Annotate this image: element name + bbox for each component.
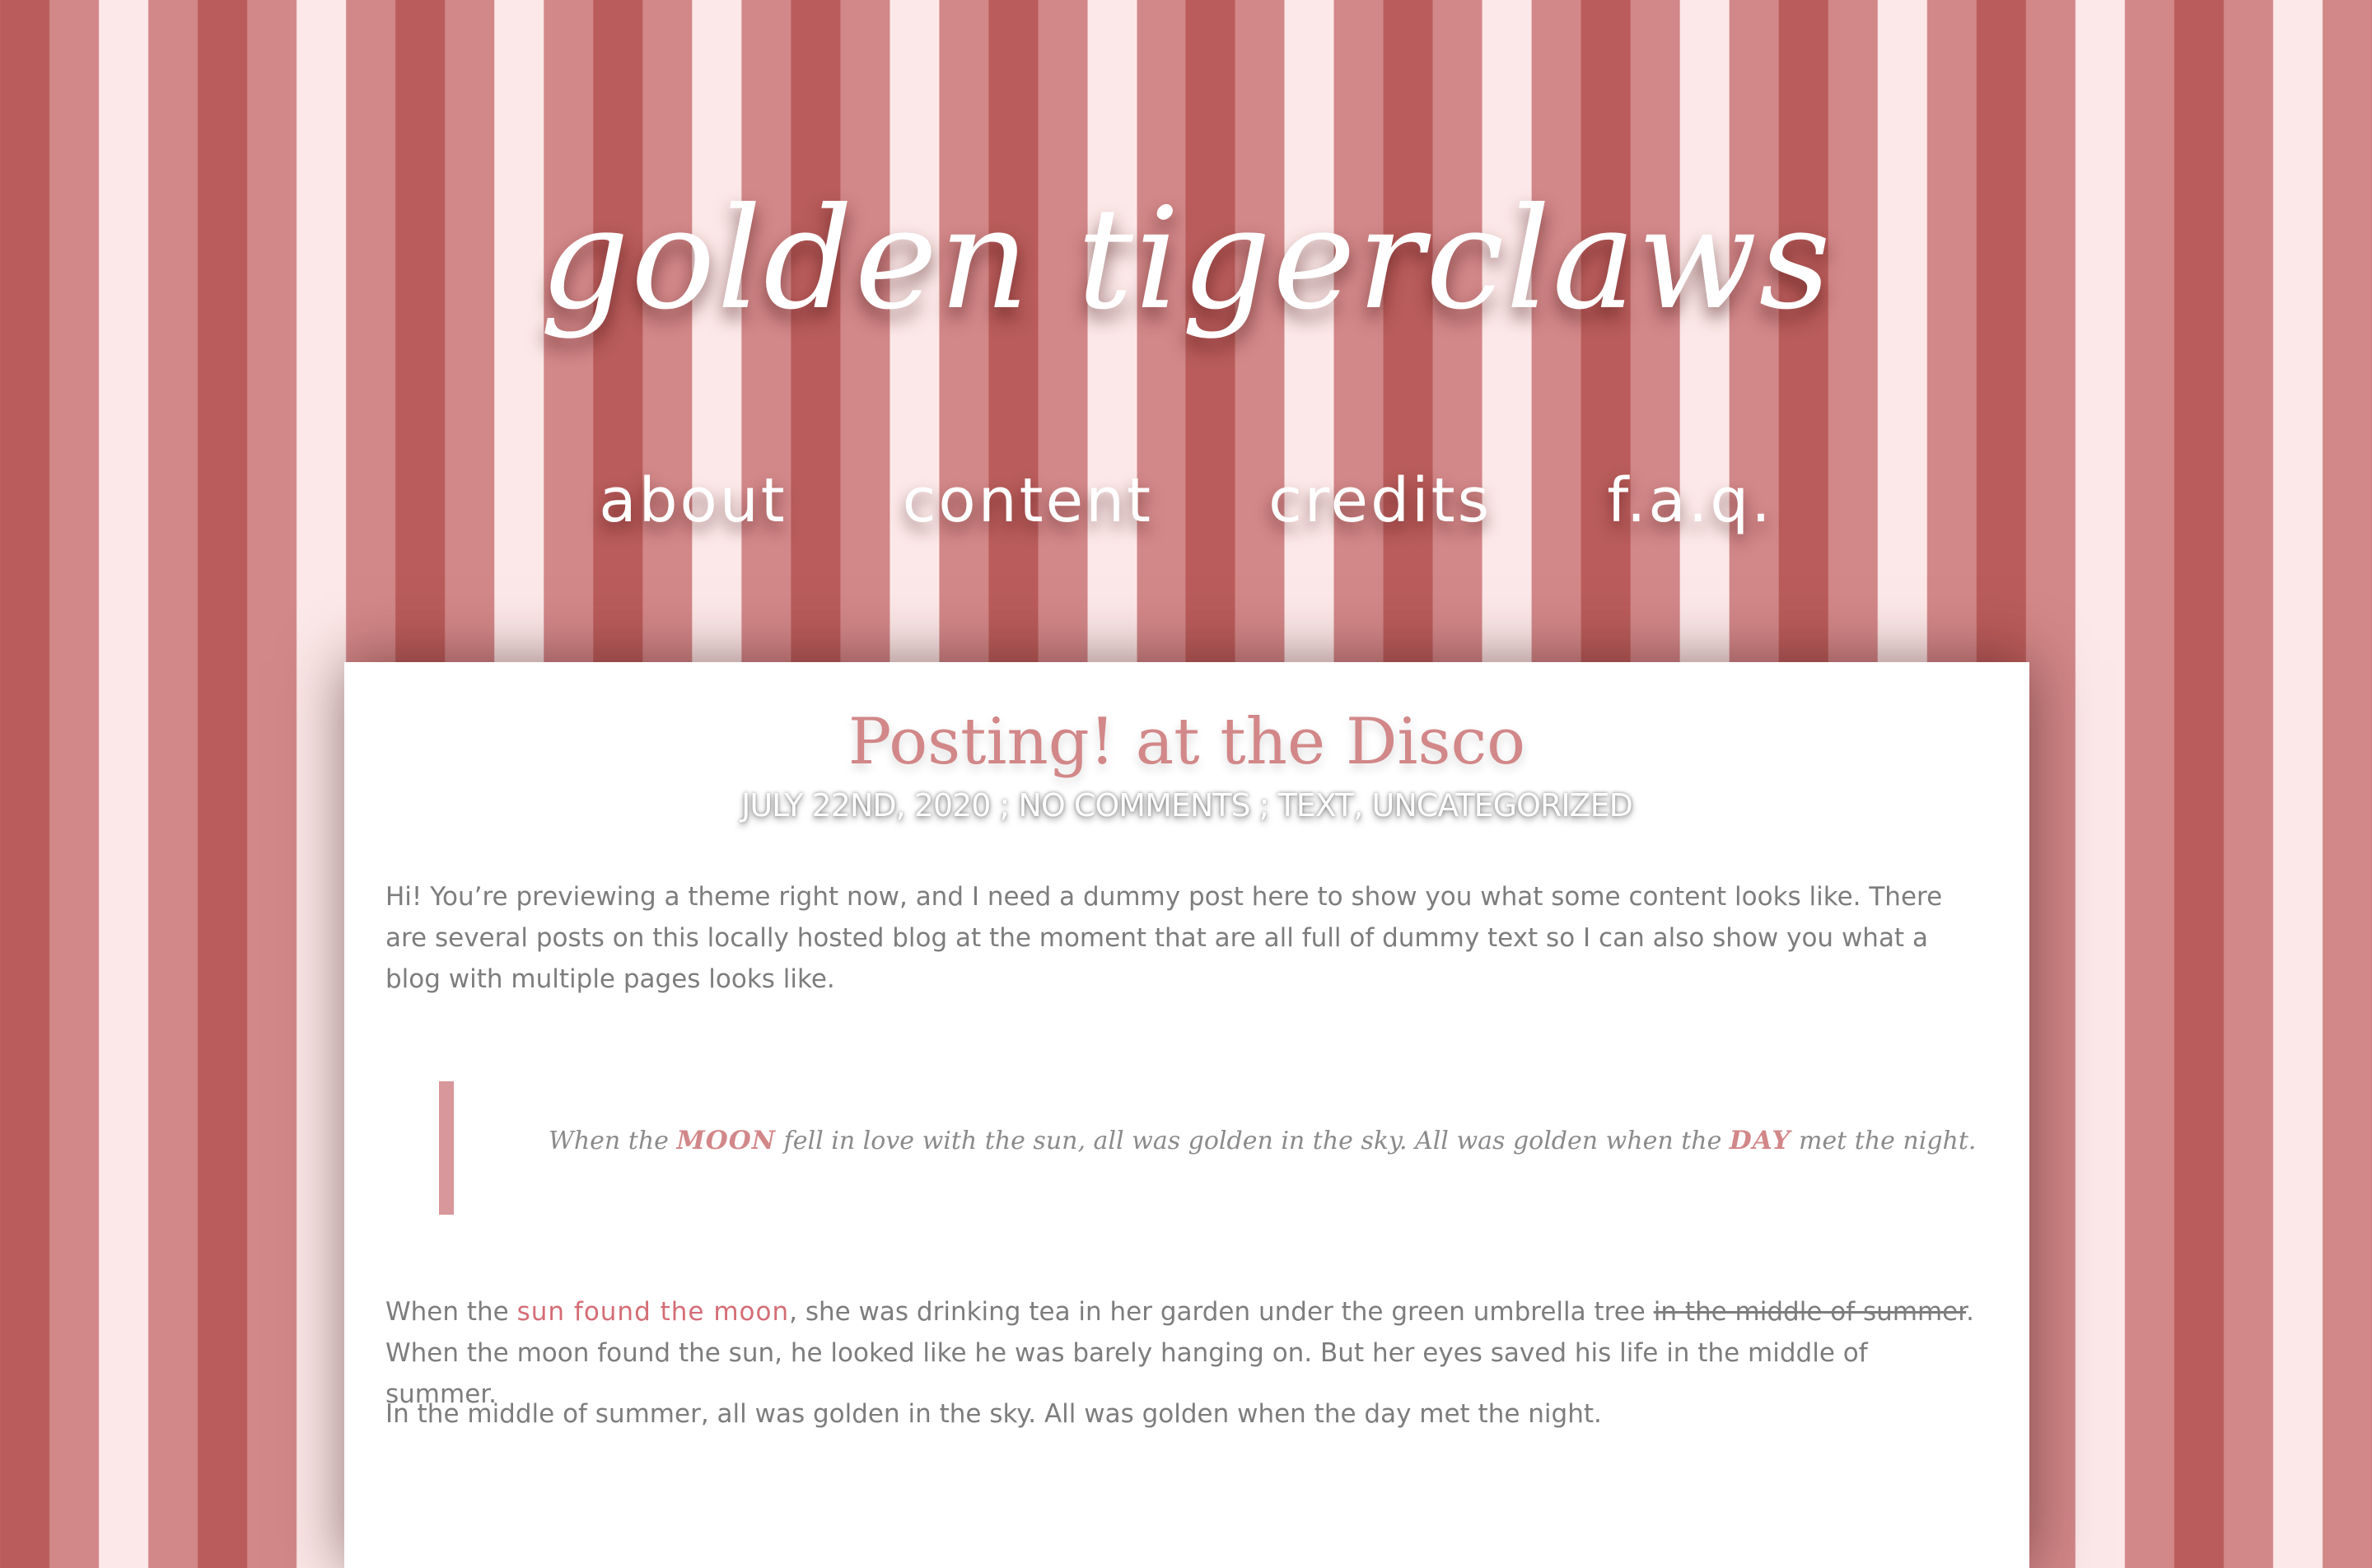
quote-part-2: fell in love with the sun, all was golde… (776, 1127, 1730, 1155)
post-title[interactable]: Posting! at the Disco (344, 705, 2029, 779)
post-blockquote: When the MOON fell in love with the sun,… (439, 1081, 1976, 1215)
quote-emphasis-moon: MOON (676, 1126, 777, 1155)
p2-middle: , she was drinking tea in her garden und… (789, 1297, 1654, 1327)
nav-link-content[interactable]: content (903, 465, 1153, 536)
quote-text: When the MOON fell in love with the sun,… (549, 1126, 1976, 1155)
post-meta: JULY 22ND, 2020 ; NO COMMENTS ; TEXT, UN… (741, 787, 1633, 824)
p2-before: When the (385, 1297, 517, 1327)
p2-strikethrough: in the middle of summer (1653, 1297, 1967, 1327)
post-card: Posting! at the Disco JULY 22ND, 2020 ; … (344, 662, 2029, 1568)
post-paragraph-3: In the middle of summer, all was golden … (385, 1399, 1602, 1429)
main-nav: about content credits f.a.q. (0, 465, 2372, 536)
nav-link-faq[interactable]: f.a.q. (1607, 465, 1773, 536)
quote-part-3: met the night. (1791, 1127, 1977, 1155)
nav-link-credits[interactable]: credits (1268, 465, 1492, 536)
quote-emphasis-day: DAY (1729, 1126, 1791, 1155)
post-intro: Hi! You’re previewing a theme right now,… (385, 882, 1943, 994)
quote-part-1: When the (549, 1127, 677, 1155)
nav-link-about[interactable]: about (599, 465, 787, 536)
site-title[interactable]: golden tigerclaws (0, 189, 2372, 329)
sun-found-the-moon-link[interactable]: sun found the moon (517, 1297, 790, 1327)
